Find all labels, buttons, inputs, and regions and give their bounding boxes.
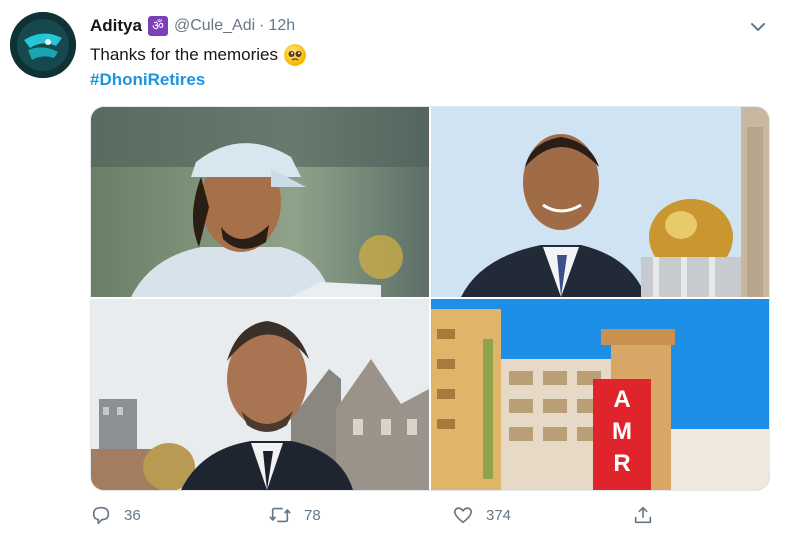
- like-button[interactable]: 374: [452, 500, 511, 530]
- reply-count: 36: [124, 506, 141, 524]
- display-name[interactable]: Aditya: [90, 16, 142, 36]
- share-icon: [634, 506, 652, 524]
- share-button[interactable]: [632, 500, 666, 530]
- sign-letter-r: R: [613, 450, 630, 477]
- hashtag-link[interactable]: #DhoniRetires: [90, 70, 205, 90]
- photo-amr-building[interactable]: A M R: [431, 299, 769, 490]
- reply-icon: [92, 506, 110, 525]
- timestamp[interactable]: 12h: [268, 17, 295, 35]
- tweet-header: Aditya ॐ @Cule_Adi · 12h: [90, 14, 295, 38]
- retweet-count: 78: [304, 506, 321, 524]
- tweet[interactable]: Aditya ॐ @Cule_Adi · 12h Thanks for the …: [0, 0, 800, 548]
- like-count: 374: [486, 506, 512, 524]
- retweet-button[interactable]: 78: [268, 500, 321, 530]
- heart-icon: [453, 507, 473, 524]
- chevron-down-icon[interactable]: [747, 17, 769, 37]
- photo-dhoni-cap[interactable]: [91, 107, 429, 297]
- tweet-text: Thanks for the memories: [90, 44, 307, 66]
- retweet-icon: [269, 507, 291, 523]
- sign-letter-m: M: [612, 418, 632, 445]
- reply-button[interactable]: 36: [90, 500, 141, 530]
- sign-letter-a: A: [613, 386, 630, 413]
- user-handle[interactable]: @Cule_Adi: [174, 17, 255, 35]
- separator-dot: ·: [259, 17, 265, 34]
- om-badge-icon: ॐ: [147, 16, 168, 36]
- pleading-face-emoji: [284, 44, 307, 66]
- action-bar: 36 78 374: [90, 500, 750, 530]
- media-grid: A M R: [90, 106, 770, 491]
- photo-dhoni-buildings[interactable]: [91, 299, 429, 490]
- tweet-text-body: Thanks for the memories: [90, 45, 279, 64]
- avatar[interactable]: [10, 12, 76, 78]
- photo-dhoni-suit-trophy[interactable]: [431, 107, 769, 297]
